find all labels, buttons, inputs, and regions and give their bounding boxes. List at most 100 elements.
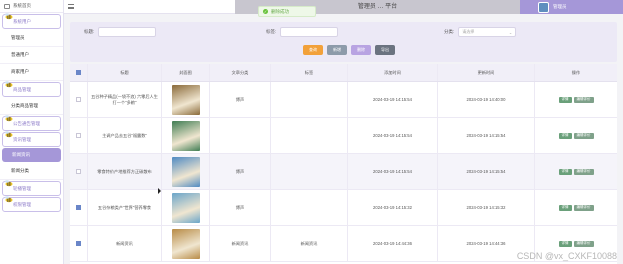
table-row[interactable]: 零食特价产地推荐方正碳散布 博声 2024-03-19 14:15:54 2024-0… [70, 154, 617, 190]
row-check-cell [70, 118, 88, 153]
check-circle-icon: ✓ [263, 9, 268, 14]
sidebar-item-6[interactable]: 公告通告管理 [2, 115, 61, 131]
home-icon [4, 3, 10, 9]
sidebar-item-5[interactable]: 分类商品管理 [0, 98, 63, 115]
sidebar-item-9[interactable]: 新闻分类 [0, 163, 63, 180]
row-checkbox[interactable] [76, 133, 81, 138]
select-all-checkbox[interactable] [76, 70, 81, 75]
cover-image[interactable] [171, 228, 200, 259]
select-all-cell [70, 64, 88, 81]
row-actions: 详情 编辑评价 [535, 82, 617, 117]
cover-image[interactable] [171, 120, 200, 151]
row-tag: 新闻资讯 [271, 226, 348, 261]
row-cover [162, 190, 210, 225]
toast-text: 删除成功 [271, 8, 289, 14]
table-row[interactable]: 主调产品去五谷"福露数" 2024-03-19 14:15:54 2024-03-1… [70, 118, 617, 154]
row-checkbox[interactable] [76, 205, 81, 210]
row-category: 博声 [210, 154, 271, 189]
row-created: 2024-03-19 14:44:36 [348, 226, 438, 261]
row-cover [162, 82, 210, 117]
category-filter-label: 分类: [444, 29, 455, 34]
header-title: 标题 [88, 64, 162, 81]
detail-button[interactable]: 详情 [558, 132, 572, 139]
sidebar-item-3[interactable]: 商家用户 [0, 64, 63, 81]
row-updated: 2024-03-19 14:15:54 [438, 118, 535, 153]
header-created: 添加时间 [348, 64, 438, 81]
category-select-value: 请选择 [462, 29, 475, 34]
title-filter-input[interactable] [98, 27, 157, 37]
row-title: 新闻资讯 [88, 226, 162, 261]
row-title: 主调产品去五谷"福露数" [88, 118, 162, 153]
row-category: 博声 [210, 82, 271, 117]
table-row[interactable]: 五谷杂粮类产"世界"营养零食 博声 2024-03-19 14:15:32 2024-… [70, 190, 617, 226]
sidebar-home-label: 系统首页 [13, 3, 31, 8]
add-button[interactable]: 新增 [327, 45, 347, 55]
watermark: CSDN @vx_CXKF10088 [516, 251, 617, 261]
sidebar-item-label: 商家用户 [11, 69, 29, 74]
row-tag [271, 190, 348, 225]
sidebar-item-2[interactable]: 普通用户 [0, 47, 63, 64]
delete-button[interactable]: 删除 [351, 45, 371, 55]
row-tag [271, 82, 348, 117]
row-category: 新闻资讯 [210, 226, 271, 261]
sidebar-item-10[interactable]: 轮播管理 [2, 180, 61, 196]
detail-button[interactable]: 详情 [558, 168, 572, 175]
topbar: 管理员 … 平台 管理员 [64, 0, 623, 14]
table-header: 标题 封面图 文章分类 标签 添加时间 更新时间 操作 [70, 64, 617, 82]
row-created: 2024-03-19 14:15:32 [348, 190, 438, 225]
row-actions: 详情 编辑评价 [535, 154, 617, 189]
row-created: 2024-03-19 14:15:54 [348, 154, 438, 189]
review-button[interactable]: 编辑评价 [573, 168, 594, 175]
row-checkbox[interactable] [76, 97, 81, 102]
sidebar-item-label: 新闻资讯 [12, 152, 30, 157]
header-actions: 操作 [571, 69, 581, 75]
row-check-cell [70, 82, 88, 117]
menu-toggle-icon[interactable] [68, 4, 74, 9]
review-button[interactable]: 编辑评价 [573, 132, 594, 139]
avatar[interactable] [538, 1, 549, 13]
detail-button[interactable]: 详情 [558, 240, 572, 247]
sidebar-item-label: 轮播管理 [13, 185, 31, 191]
category-filter: 分类: 请选择 ⌄ [444, 27, 517, 37]
row-created: 2024-03-19 14:15:54 [348, 118, 438, 153]
query-button[interactable]: 查询 [303, 45, 323, 55]
user-area[interactable]: 管理员 [520, 0, 623, 14]
category-select[interactable]: 请选择 ⌄ [458, 27, 517, 37]
sidebar-menu: 系统用户管理员普通用户商家用户商品管理分类商品管理公告通告管理 资讯管理新闻资讯新… [0, 13, 63, 212]
sidebar-item-1[interactable]: 管理员 [0, 30, 63, 47]
sidebar-item-label: 分类商品管理 [11, 103, 38, 108]
chevron-down-icon: ⌄ [508, 29, 513, 35]
sidebar-item-label: 普通用户 [11, 52, 29, 57]
detail-button[interactable]: 详情 [558, 204, 572, 211]
bee-icon [4, 180, 14, 187]
review-button[interactable]: 编辑评价 [573, 240, 594, 247]
export-button[interactable]: 导出 [375, 45, 395, 55]
review-button[interactable]: 编辑评价 [573, 204, 594, 211]
tag-filter: 标签: [266, 27, 339, 37]
review-button[interactable]: 编辑评价 [573, 96, 594, 103]
row-checkbox[interactable] [76, 169, 81, 174]
table-row[interactable]: 五谷种子精品(一袋不浪) 六零后人生打一个"多粮" 博声 2024-03-19 14… [70, 82, 617, 118]
sidebar-item-8[interactable]: 新闻资讯 [2, 148, 61, 162]
tag-filter-input[interactable] [280, 27, 339, 37]
detail-button[interactable]: 详情 [558, 96, 572, 103]
row-category: 博声 [210, 190, 271, 225]
row-category [210, 118, 271, 153]
header-updated: 更新时间 [438, 64, 535, 81]
row-cover [162, 118, 210, 153]
bee-icon [4, 131, 14, 138]
sidebar-item-4[interactable]: 商品管理 [2, 81, 61, 97]
sidebar-item-11[interactable]: 权限管理 [2, 196, 61, 212]
sidebar-item-label: 系统用户 [13, 18, 31, 24]
cover-image[interactable] [171, 84, 200, 115]
sidebar-item-0[interactable]: 系统用户 [2, 13, 61, 29]
row-checkbox[interactable] [76, 241, 81, 246]
user-label: 管理员 [553, 4, 567, 9]
sidebar-home[interactable]: 系统首页 [0, 0, 63, 13]
search-panel: 标题: 标签: 分类: 请选择 ⌄ 查询 新增 删除 导出 [70, 22, 617, 62]
action-buttons: 查询 新增 删除 导出 [303, 45, 395, 55]
cover-image[interactable] [171, 156, 200, 187]
cover-image[interactable] [171, 192, 200, 223]
title-filter: 标题: [84, 27, 157, 37]
sidebar-item-7[interactable]: 资讯管理 [2, 131, 61, 147]
